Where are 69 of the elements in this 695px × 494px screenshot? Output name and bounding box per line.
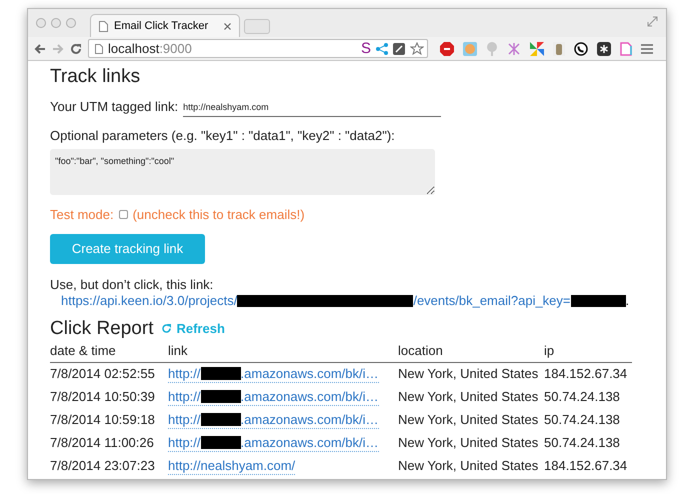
address-bar[interactable]: localhost:9000 S [88, 39, 428, 58]
link-cell[interactable]: http:// .amazonaws.com/bk/i… [168, 388, 379, 406]
table-cell-text: 184.152.67.34 [544, 457, 628, 475]
redaction-bar [200, 390, 241, 403]
create-link-button[interactable]: Create tracking link [50, 234, 205, 264]
column-header: ip [544, 342, 632, 362]
link-cell[interactable]: http:// .amazonaws.com/bk/i… [168, 434, 379, 452]
link-cell[interactable]: http://nealshyam.com/ [168, 458, 296, 474]
tab-title: Email Click Tracker [114, 18, 210, 34]
section-title: Click Report [50, 316, 154, 340]
share-icon[interactable] [376, 42, 388, 54]
field-label: Optional parameters (e.g. "key1" : "data1", "key2" : "data2"): [50, 126, 395, 145]
page-icon [95, 44, 103, 54]
redaction-bar [200, 367, 241, 380]
table-cell-text: New York, United States [398, 388, 540, 406]
window-zoom-button[interactable] [66, 18, 76, 28]
window-close-button[interactable] [36, 18, 46, 28]
asterisk-icon[interactable] [597, 42, 611, 56]
redaction-bar [200, 436, 241, 449]
section-title: Track links [50, 65, 140, 89]
table-cell: 7/8/2014 02:52:55 [50, 362, 168, 386]
link-cell[interactable]: http:// .amazonaws.com/bk/i… [168, 366, 379, 382]
page-icon [99, 20, 108, 32]
table-cell: 7/8/2014 10:50:39 [50, 386, 168, 408]
test-mode-label: Test mode: [50, 206, 114, 224]
table-cell: 7/8/2014 11:00:26 [50, 432, 168, 454]
table-cell: 7/8/2014 23:07:23 [50, 454, 168, 478]
table-cell-text: 50.74.24.138 [544, 388, 621, 406]
forward-icon[interactable] [52, 42, 64, 54]
api-link[interactable]: /events/bk_email?api_key= [413, 292, 571, 308]
table-cell-text: New York, United States [398, 411, 540, 429]
browser-tab[interactable]: Email Click Tracker [90, 14, 240, 37]
parameters-field[interactable]: "foo":"bar", "something":"cool" [50, 149, 435, 195]
extension-label[interactable]: S [360, 41, 371, 56]
utm-link-field[interactable]: http://nealshyam.com [183, 101, 442, 116]
period-text: . [626, 292, 630, 308]
close-tab-icon[interactable] [224, 22, 231, 30]
flower-icon[interactable] [507, 42, 521, 56]
back-icon[interactable] [34, 42, 46, 54]
column-header: location [398, 342, 544, 362]
refresh-link[interactable]: Refresh [161, 318, 225, 338]
test-mode-note: (uncheck this to track emails!) [132, 206, 305, 224]
table-cell: 7/8/2014 10:59:18 [50, 408, 168, 432]
refresh-icon [161, 323, 172, 334]
redaction-bar [200, 413, 241, 426]
instruction-text: Use, but don’t click, this link: [50, 276, 214, 292]
column-header: link [168, 342, 398, 362]
table-cell-text: 50.74.24.138 [544, 411, 621, 429]
reload-icon[interactable] [70, 42, 82, 54]
api-link[interactable]: https://api.keen.io/3.0/projects/ [61, 292, 238, 308]
stop-sign-icon[interactable] [440, 42, 454, 56]
test-mode-checkbox[interactable] [118, 210, 128, 220]
menu-icon[interactable] [641, 44, 653, 54]
document-icon[interactable] [620, 42, 632, 56]
star-icon[interactable] [410, 42, 424, 56]
field-label: Your UTM tagged link: [50, 98, 178, 116]
column-header: date & time [50, 342, 168, 362]
table-cell: 184.152.67.34 [544, 362, 632, 386]
table-cell: New York, United States [398, 362, 544, 386]
fullscreen-icon[interactable] [647, 16, 658, 27]
table-cell-text: New York, United States [398, 457, 540, 475]
table-cell-text: 50.74.24.138 [544, 434, 621, 452]
window-minimize-button[interactable] [51, 18, 61, 28]
link-cell[interactable]: http:// .amazonaws.com/bk/i… [168, 412, 379, 428]
table-cell-text: New York, United States [398, 434, 540, 452]
redaction-bar [570, 294, 626, 306]
phone-icon[interactable] [574, 42, 588, 56]
tool-icon[interactable] [393, 42, 405, 54]
pinwheel-icon[interactable] [530, 42, 544, 56]
